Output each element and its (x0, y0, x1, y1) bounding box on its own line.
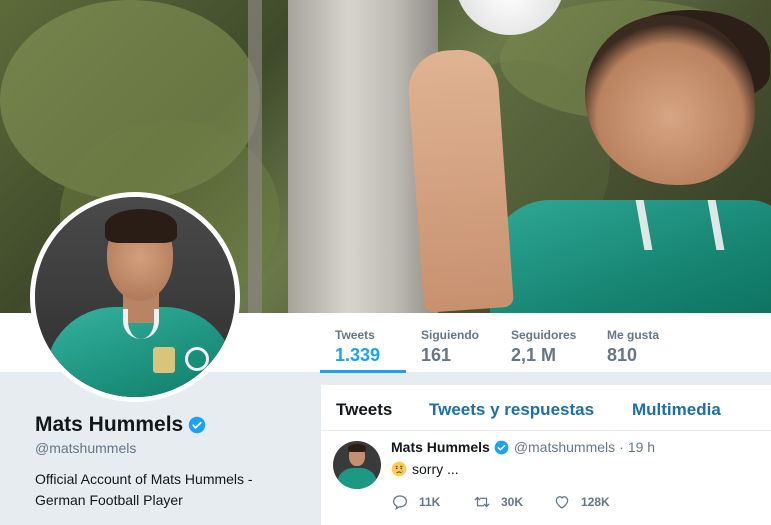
stat-label: Siguiendo (421, 328, 479, 342)
tweet-separator: · (619, 439, 624, 455)
verified-badge-icon (188, 416, 206, 434)
stat-value: 2,1 M (511, 345, 557, 365)
stat-value: 1.339 (335, 345, 381, 365)
reply-button[interactable]: 11K (391, 493, 473, 511)
tweet-header: Mats Hummels @matshummels · 19 h (391, 439, 655, 455)
tweet-timestamp[interactable]: 19 h (628, 439, 655, 455)
like-count: 128K (581, 495, 610, 509)
tab-tweets[interactable]: Tweets (321, 385, 414, 430)
profile-stats: Tweets 1.339 Siguiendo 161 Seguidores 2,… (320, 313, 678, 373)
tab-tweets-and-replies[interactable]: Tweets y respuestas (414, 385, 617, 430)
tweet-text: sorry ... (412, 461, 459, 477)
tweet[interactable]: Mats Hummels @matshummels · 19 h sorry .… (321, 431, 771, 525)
retweet-count: 30K (501, 495, 524, 509)
verified-badge-icon (494, 440, 509, 454)
stat-value: 161 (421, 345, 452, 365)
stat-label: Me gusta (607, 328, 660, 342)
tweet-actions: 11K 30K 128K (391, 493, 635, 511)
tab-media[interactable]: Multimedia (617, 385, 721, 430)
reply-icon (392, 495, 408, 511)
retweet-icon (474, 496, 490, 508)
stat-followers[interactable]: Seguidores 2,1 M (496, 313, 592, 373)
tweet-author-handle[interactable]: @matshummels (514, 439, 615, 455)
reply-count: 11K (419, 495, 441, 509)
profile-bio: Official Account of Mats Hummels - Germa… (35, 469, 275, 511)
timeline: Tweets Tweets y respuestas Multimedia Ma… (321, 385, 771, 525)
like-button[interactable]: 128K (553, 493, 635, 511)
retweet-button[interactable]: 30K (473, 493, 553, 511)
profile-name-row: Mats Hummels (35, 413, 206, 437)
stat-tweets[interactable]: Tweets 1.339 (320, 313, 406, 373)
profile-name[interactable]: Mats Hummels (35, 413, 183, 437)
bio-line: Official Account of Mats Hummels - (35, 471, 253, 487)
timeline-tabs: Tweets Tweets y respuestas Multimedia (321, 385, 771, 431)
profile-handle[interactable]: @matshummels (35, 440, 136, 456)
heart-icon (555, 496, 569, 509)
stat-label: Seguidores (511, 328, 577, 342)
crying-face-icon (391, 461, 407, 477)
stat-following[interactable]: Siguiendo 161 (406, 313, 496, 373)
stat-value: 810 (607, 345, 638, 365)
tweet-author-name[interactable]: Mats Hummels (391, 439, 490, 455)
bio-line: German Football Player (35, 492, 183, 508)
stat-label: Tweets (335, 328, 375, 342)
tweet-text-row: sorry ... (391, 461, 459, 477)
stat-likes[interactable]: Me gusta 810 (592, 313, 678, 373)
profile-avatar[interactable] (30, 192, 240, 402)
tweet-avatar[interactable] (333, 441, 381, 489)
